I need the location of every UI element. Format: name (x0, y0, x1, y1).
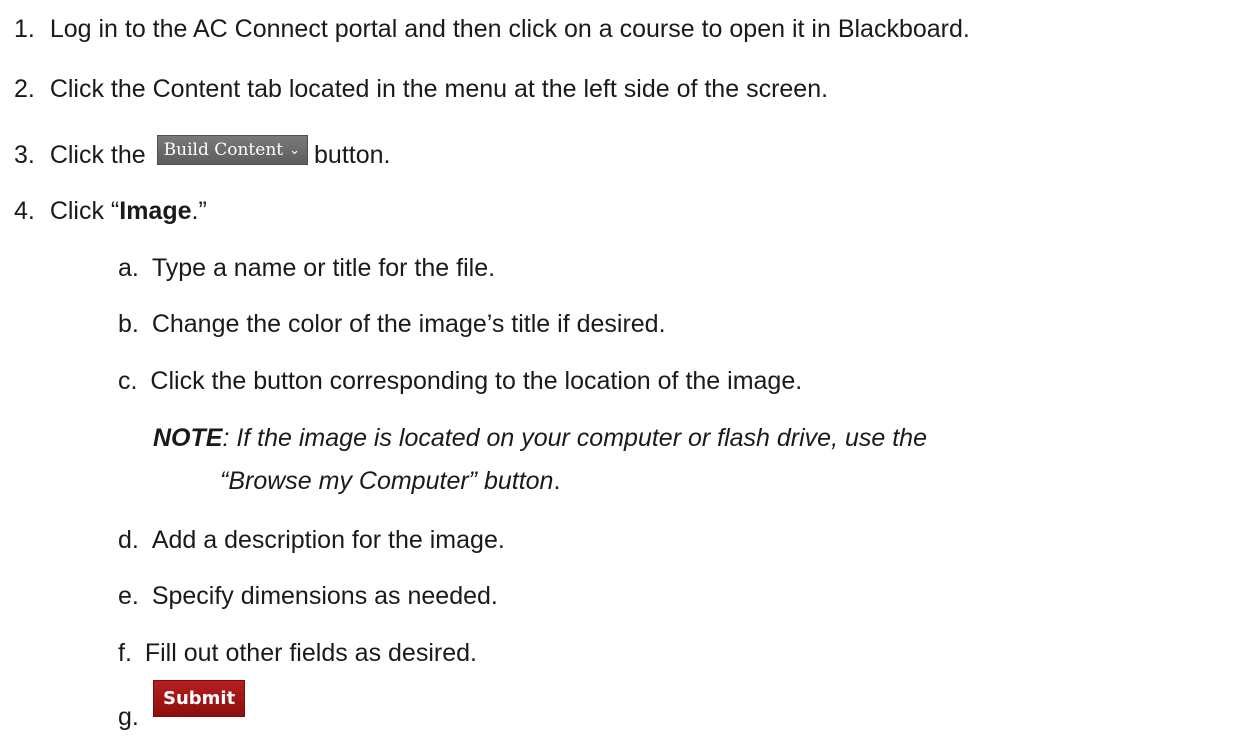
substep-text: Type a name or title for the file. (151, 254, 496, 282)
substep-e: e. Specify dimensions as needed. (118, 581, 498, 611)
step-text-suffix: .” (191, 197, 207, 225)
step-number: 2. (14, 75, 35, 103)
step-number: 4. (14, 197, 35, 225)
substep-text: Click the button corresponding to the lo… (150, 367, 803, 395)
step-text-prefix: Click “ (49, 197, 120, 225)
step-number: 3. (14, 141, 35, 169)
step-2: 2. Click the Content tab located in the … (14, 74, 828, 104)
substep-f: f. Fill out other fields as desired. (118, 638, 477, 668)
substep-text: Add a description for the image. (151, 526, 505, 554)
build-content-label: Build Content (163, 140, 284, 161)
substep-text: Specify dimensions as needed. (151, 582, 498, 610)
substep-c: c. Click the button corresponding to the… (118, 366, 802, 396)
substep-letter: d. (118, 526, 139, 554)
build-content-button[interactable]: Build Content ⌄ (156, 135, 309, 166)
step-text-bold: Image (119, 197, 192, 225)
instructions-document: 1. Log in to the AC Connect portal and t… (0, 0, 1248, 736)
substep-letter: e. (118, 582, 139, 610)
note-text-browse: “Browse my Computer” button (220, 467, 554, 495)
step-4: 4. Click “Image.” (14, 196, 207, 226)
note-text-end: . (553, 467, 561, 495)
step-text-after: button. (314, 141, 391, 169)
substep-text: Fill out other fields as desired. (144, 639, 477, 667)
step-1: 1. Log in to the AC Connect portal and t… (14, 14, 970, 44)
substep-letter: c. (118, 367, 138, 395)
note-text: : If the image is located on your comput… (222, 424, 927, 452)
substep-letter: b. (118, 310, 139, 338)
substep-b: b. Change the color of the image’s title… (118, 309, 666, 339)
substep-a: a. Type a name or title for the file. (118, 253, 495, 283)
step-text-before: Click the (49, 141, 146, 169)
note-line-1: NOTE: If the image is located on your co… (153, 423, 927, 453)
step-text: Click the Content tab located in the men… (49, 75, 829, 103)
substep-letter: a. (118, 254, 139, 282)
note-label: NOTE (153, 424, 223, 452)
substep-text: Change the color of the image’s title if… (151, 310, 666, 338)
step-text: Log in to the AC Connect portal and then… (49, 15, 970, 43)
submit-button[interactable]: Submit (153, 680, 246, 717)
chevron-down-icon: ⌄ (289, 143, 301, 159)
substep-d: d. Add a description for the image. (118, 525, 505, 555)
note-line-2: “Browse my Computer” button. (220, 466, 560, 496)
substep-g: g. (118, 702, 139, 732)
step-number: 1. (14, 15, 35, 43)
step-3: 3. Click the Build Content ⌄ button. (14, 135, 391, 171)
substep-letter: f. (118, 639, 132, 667)
substep-letter: g. (118, 703, 139, 731)
